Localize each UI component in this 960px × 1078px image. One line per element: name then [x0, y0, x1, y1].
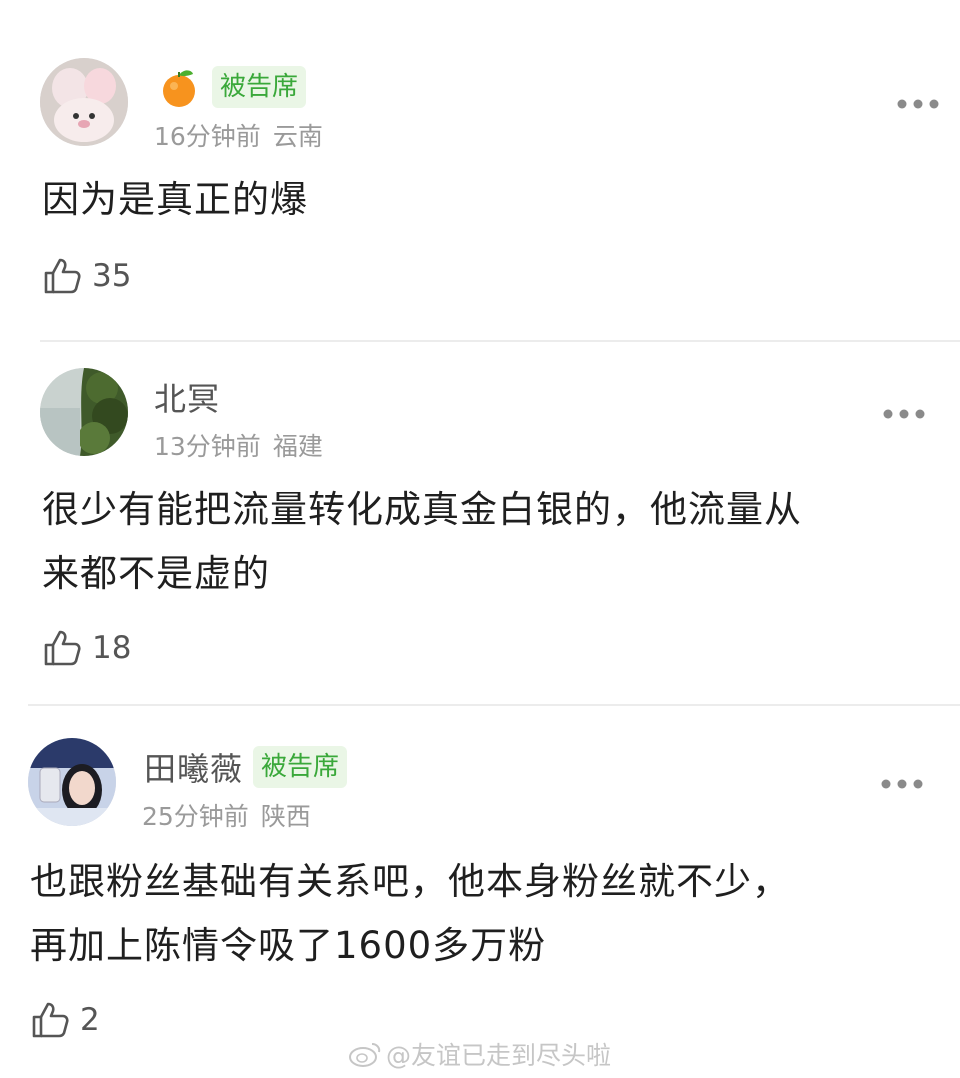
plush-toy-avatar[interactable] [40, 58, 128, 146]
divider [28, 704, 960, 706]
comment-meta: 16分钟前 云南 [154, 117, 323, 153]
username[interactable]: 北冥 [154, 374, 220, 420]
weibo-logo-icon [349, 1043, 381, 1067]
comment-list: 被告席 16分钟前 云南 因为是真正的爆 35 北冥 13分钟前 福建 很少有能… [0, 0, 960, 1078]
comment-header: 被告席 [158, 64, 307, 110]
more-options-icon[interactable] [896, 97, 940, 111]
location: 云南 [272, 122, 323, 151]
comment-header: 北冥 [154, 374, 230, 420]
selfie-avatar[interactable] [28, 738, 116, 826]
like-button[interactable]: 35 [42, 254, 131, 298]
comment-meta: 13分钟前 福建 [154, 427, 323, 463]
more-options-icon[interactable] [882, 407, 926, 421]
like-button[interactable]: 18 [42, 626, 131, 670]
comment-text-line: 再加上陈情令吸了1600多万粉 [30, 924, 547, 967]
comment-text-line: 很少有能把流量转化成真金白银的，他流量从 [42, 488, 802, 531]
forest-avatar[interactable] [40, 368, 128, 456]
thumbs-up-icon [44, 630, 81, 666]
comment-text-line: 也跟粉丝基础有关系吧，他本身粉丝就不少， [30, 860, 790, 903]
location: 陕西 [260, 802, 311, 831]
comment-meta: 25分钟前 陕西 [142, 797, 311, 833]
status-badge: 被告席 [253, 746, 348, 788]
comment-header: 田曦薇 被告席 [144, 744, 348, 790]
comment-text: 很少有能把流量转化成真金白银的，他流量从 来都不是虚的 [42, 478, 802, 606]
thumbs-up-icon [32, 1002, 69, 1038]
comment-text: 也跟粉丝基础有关系吧，他本身粉丝就不少， 再加上陈情令吸了1600多万粉 [30, 850, 790, 978]
like-count: 18 [92, 630, 132, 666]
watermark-text: @友谊已走到尽头啦 [386, 1041, 612, 1070]
tangerine-icon [163, 70, 195, 107]
comment-text-line: 来都不是虚的 [42, 552, 270, 595]
location: 福建 [272, 432, 323, 461]
timestamp: 13分钟前 [154, 432, 261, 461]
divider [40, 340, 960, 342]
username[interactable]: 田曦薇 [144, 744, 243, 790]
comment-text-line: 因为是真正的爆 [42, 178, 308, 221]
comment-text: 因为是真正的爆 [42, 168, 308, 232]
like-count: 35 [92, 258, 132, 294]
like-button[interactable]: 2 [30, 998, 100, 1042]
status-badge: 被告席 [212, 66, 307, 108]
watermark: @友谊已走到尽头啦 [348, 1036, 611, 1072]
thumbs-up-icon [44, 258, 81, 294]
timestamp: 16分钟前 [154, 122, 261, 151]
like-count: 2 [80, 1002, 100, 1038]
timestamp: 25分钟前 [142, 802, 249, 831]
more-options-icon[interactable] [880, 777, 924, 791]
